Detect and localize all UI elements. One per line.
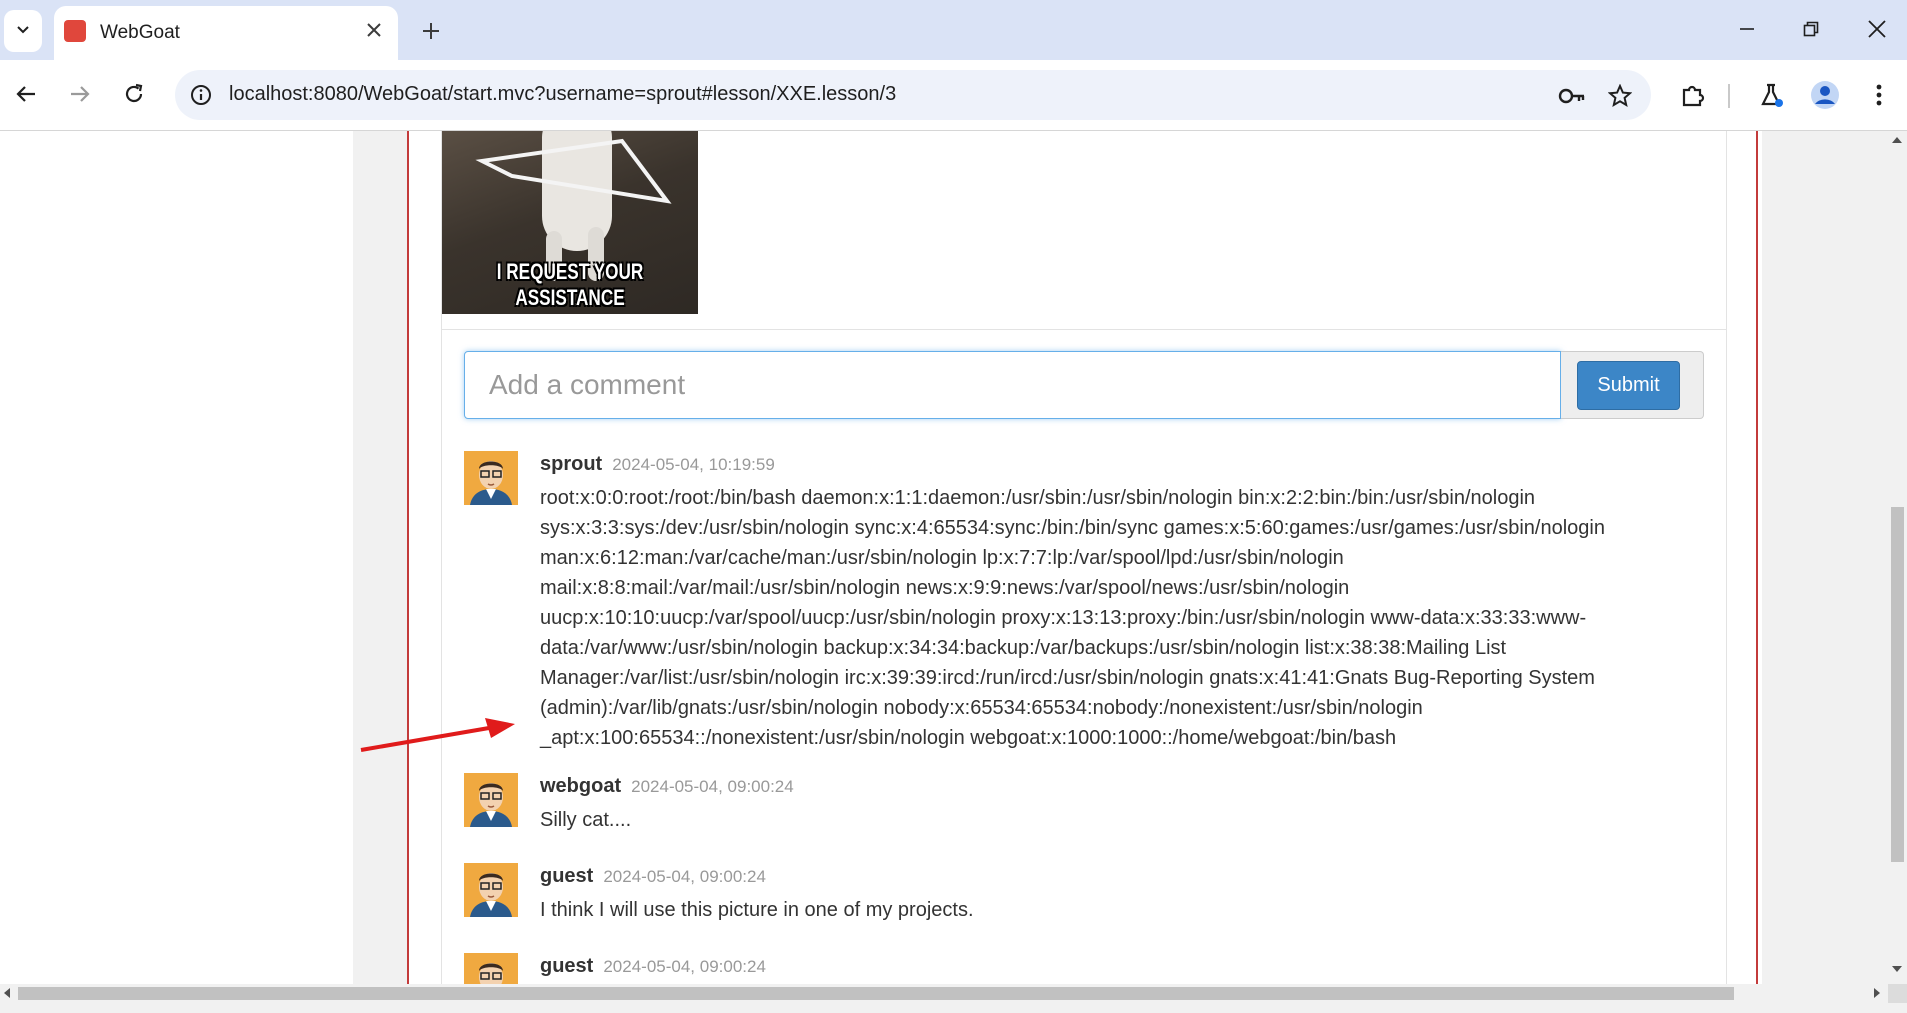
comment-author-name: guest	[540, 865, 594, 887]
webgoat-favicon-icon	[64, 20, 86, 42]
comment-author: guest 2024-05-04, 09:00:24	[540, 865, 766, 888]
comment-input[interactable]	[464, 351, 1561, 419]
url-text: localhost:8080/WebGoat/start.mvc?usernam…	[229, 83, 897, 105]
left-gutter	[353, 131, 407, 984]
tab-bar: WebGoat	[0, 0, 1907, 60]
comment-author-name: guest	[540, 955, 594, 977]
divider	[442, 329, 1726, 330]
comment-item: webgoat 2024-05-04, 09:00:24 Silly cat...…	[464, 773, 1704, 833]
hanger-icon	[475, 138, 672, 204]
bookmark-star-icon[interactable]	[1603, 79, 1637, 113]
plus-icon	[423, 23, 439, 39]
comment-text: root:x:0:0:root:/root:/bin/bash daemon:x…	[540, 487, 1605, 749]
browser-toolbar: localhost:8080/WebGoat/start.mvc?usernam…	[0, 60, 1907, 131]
forward-button[interactable]	[60, 74, 100, 114]
comment-item: guest 2024-05-04, 09:00:24	[464, 953, 1704, 984]
address-bar[interactable]: localhost:8080/WebGoat/start.mvc?usernam…	[175, 70, 1651, 120]
page-viewport: I REQUEST YOUR ASSISTANCE Submit sp	[0, 131, 1888, 984]
toolbar-separator	[1728, 84, 1730, 108]
restore-button[interactable]	[1786, 6, 1836, 52]
scroll-up-arrow-icon[interactable]	[1892, 137, 1902, 143]
chevron-down-icon	[15, 21, 31, 42]
comment-date: 2024-05-04, 10:19:59	[612, 455, 775, 474]
back-button[interactable]	[6, 74, 46, 114]
reload-button[interactable]	[114, 74, 154, 114]
scroll-right-arrow-icon[interactable]	[1874, 988, 1880, 998]
minimize-button[interactable]	[1722, 6, 1772, 52]
submit-button[interactable]: Submit	[1577, 361, 1680, 410]
close-icon	[367, 23, 381, 37]
lesson-border-left	[407, 131, 409, 984]
vertical-scrollbar[interactable]	[1888, 131, 1907, 984]
comments-card: I REQUEST YOUR ASSISTANCE Submit sp	[441, 131, 1727, 984]
close-tab-button[interactable]	[360, 16, 388, 44]
horizontal-scroll-thumb[interactable]	[18, 987, 1734, 1000]
comment-author: sprout 2024-05-04, 10:19:59	[540, 453, 775, 476]
tab-search-button[interactable]	[4, 10, 42, 52]
comment-author: guest 2024-05-04, 09:00:24	[540, 955, 766, 978]
comment-item: guest 2024-05-04, 09:00:24 I think I will…	[464, 863, 1704, 923]
new-tab-button[interactable]	[414, 14, 448, 48]
avatar-icon	[1811, 81, 1839, 109]
arrow-left-icon	[16, 86, 35, 102]
kebab-menu-icon	[1876, 84, 1882, 106]
arrow-right-icon	[71, 86, 90, 102]
scroll-left-arrow-icon[interactable]	[4, 988, 10, 998]
scroll-down-arrow-icon[interactable]	[1892, 966, 1902, 972]
annotation-arrow-icon	[360, 718, 515, 752]
right-gutter	[1762, 131, 1888, 984]
site-info-icon[interactable]	[185, 79, 217, 111]
avatar	[464, 953, 518, 984]
horizontal-scrollbar[interactable]	[0, 984, 1888, 1003]
tab-title: WebGoat	[100, 22, 180, 43]
vertical-scroll-thumb[interactable]	[1891, 507, 1904, 862]
comment-author-name: sprout	[540, 453, 603, 475]
comment-item: sprout 2024-05-04, 10:19:59 root:x:0:0:ro…	[464, 451, 1704, 751]
extensions-button[interactable]	[1674, 76, 1712, 114]
cat-meme-image: I REQUEST YOUR ASSISTANCE	[442, 131, 698, 314]
password-key-icon[interactable]	[1555, 79, 1589, 113]
close-window-button[interactable]	[1852, 6, 1902, 52]
profile-button[interactable]	[1806, 76, 1844, 114]
comment-date: 2024-05-04, 09:00:24	[603, 957, 766, 976]
restore-icon	[1803, 21, 1819, 37]
tab-webgoat[interactable]: WebGoat	[54, 6, 398, 60]
meme-caption-line2: ASSISTANCE	[515, 285, 625, 310]
comment-text: Silly cat....	[540, 809, 632, 831]
lesson-border-right	[1756, 131, 1758, 984]
avatar	[464, 863, 518, 917]
menu-button[interactable]	[1860, 76, 1898, 114]
flask-icon	[1761, 83, 1783, 107]
comment-author-name: webgoat	[540, 775, 622, 797]
comment-form: Submit	[464, 351, 1704, 421]
comment-text: I think I will use this picture in one o…	[540, 899, 974, 921]
puzzle-icon	[1682, 85, 1705, 107]
comment-date: 2024-05-04, 09:00:24	[631, 777, 794, 796]
avatar	[464, 451, 518, 505]
submit-addon: Submit	[1561, 351, 1704, 419]
meme-caption-line1: I REQUEST YOUR	[496, 259, 644, 284]
comment-author: webgoat 2024-05-04, 09:00:24	[540, 775, 794, 798]
labs-button[interactable]	[1752, 76, 1790, 114]
scrollbar-corner	[1888, 984, 1907, 1003]
minimize-icon	[1740, 28, 1754, 30]
avatar	[464, 773, 518, 827]
close-icon	[1868, 20, 1886, 38]
reload-icon	[125, 83, 143, 103]
window-bottom-edge	[0, 1003, 1907, 1013]
comment-date: 2024-05-04, 09:00:24	[603, 867, 766, 886]
